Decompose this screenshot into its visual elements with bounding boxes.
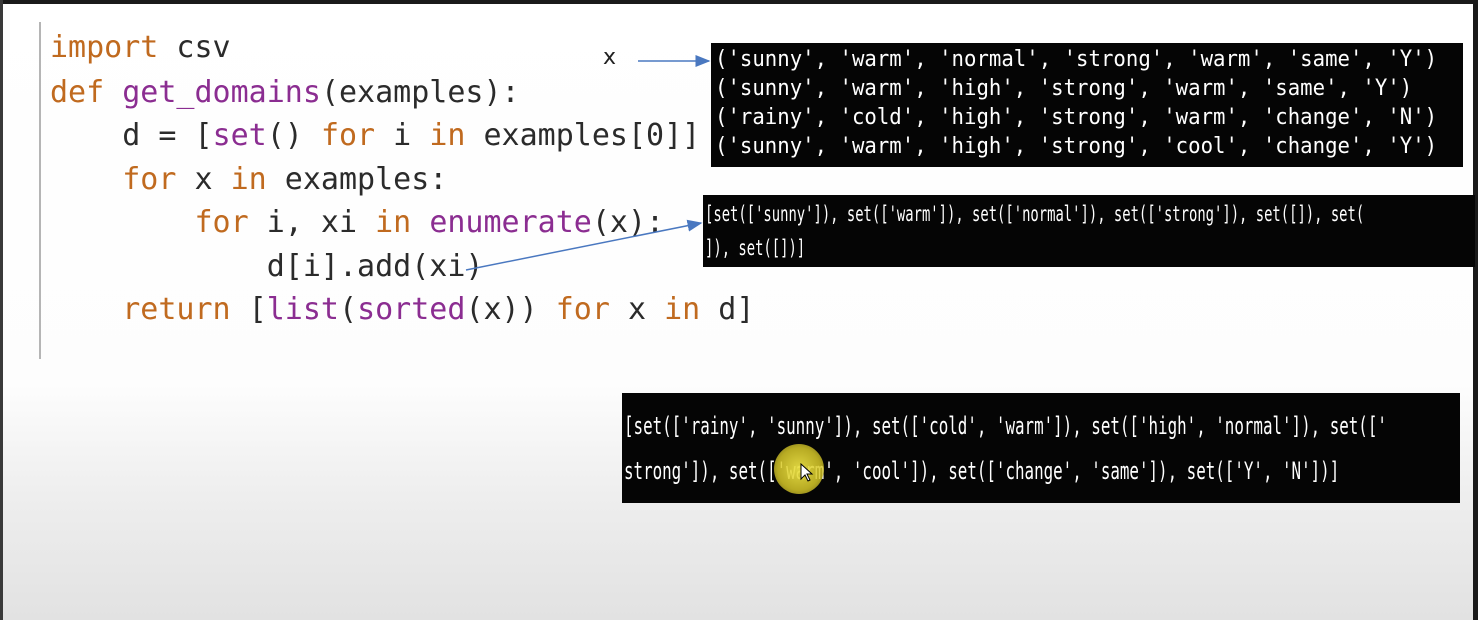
terminal-line: [set(['rainy', 'sunny']), set(['cold', '… (624, 412, 1387, 440)
terminal-all-domains-output: [set(['rainy', 'sunny']), set(['cold', '… (622, 393, 1460, 503)
terminal-line: ('sunny', 'warm', 'high', 'strong', 'war… (715, 76, 1413, 101)
cursor-highlight-circle (774, 444, 824, 494)
terminal-line: ('sunny', 'warm', 'normal', 'strong', 'w… (715, 47, 1438, 72)
terminal-line: ]), set([])] (705, 236, 806, 260)
terminal-line: ('rainy', 'cold', 'high', 'strong', 'war… (715, 105, 1438, 130)
mouse-pointer-icon (800, 463, 814, 482)
terminal-line: [set(['sunny']), set(['warm']), set(['no… (705, 202, 1365, 226)
terminal-line: ('sunny', 'warm', 'high', 'strong', 'coo… (715, 134, 1438, 159)
terminal-examples-output: ('sunny', 'warm', 'normal', 'strong', 'w… (711, 43, 1463, 167)
add-to-domains-arrow (465, 219, 703, 271)
terminal-line: strong']), set(['warm', 'cool']), set(['… (624, 457, 1340, 485)
terminal-single-domains-output: [set(['sunny']), set(['warm']), set(['no… (703, 195, 1475, 267)
